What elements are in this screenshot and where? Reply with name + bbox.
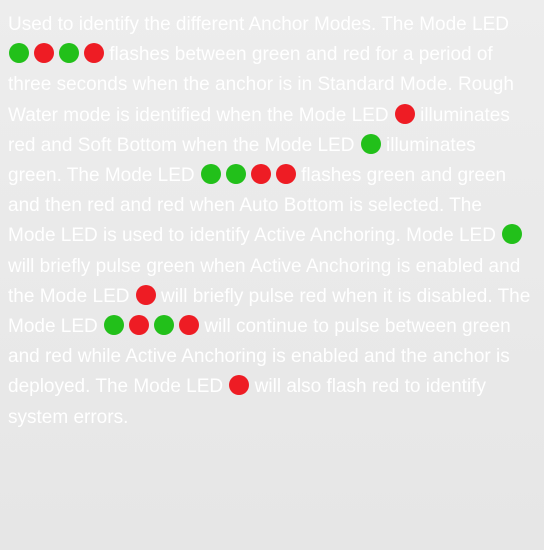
led-red-icon [394,103,415,124]
led-description-panel: Used to identify the different Anchor Mo… [0,0,544,550]
led-red-icon [34,43,54,64]
led-sequence-auto-bottom [200,161,296,191]
led-green-icon [59,43,79,64]
led-sequence-rough-water [394,101,415,131]
led-green-icon [502,224,523,245]
led-red-icon [129,315,150,336]
led-red-icon [179,315,200,336]
led-sequence-soft-bottom [360,131,381,161]
led-sequence-active-on [501,221,523,251]
led-sequence-active-off [135,282,156,312]
led-sequence-standard-mode [8,40,104,70]
led-green-icon [104,315,125,336]
led-green-icon [225,164,246,185]
led-red-icon [250,164,271,185]
led-sequence-active-deployed [103,312,200,342]
led-green-icon [154,315,175,336]
led-green-icon [9,43,29,64]
text-segment-1: Used to identify the different Anchor Mo… [8,14,509,35]
led-red-icon [135,284,156,305]
led-red-icon [84,43,104,64]
led-red-icon [229,375,250,396]
led-sequence-system-error [228,372,250,402]
led-red-icon [275,164,296,185]
led-description-paragraph: Used to identify the different Anchor Mo… [8,10,534,433]
led-green-icon [200,164,221,185]
led-green-icon [360,133,381,154]
